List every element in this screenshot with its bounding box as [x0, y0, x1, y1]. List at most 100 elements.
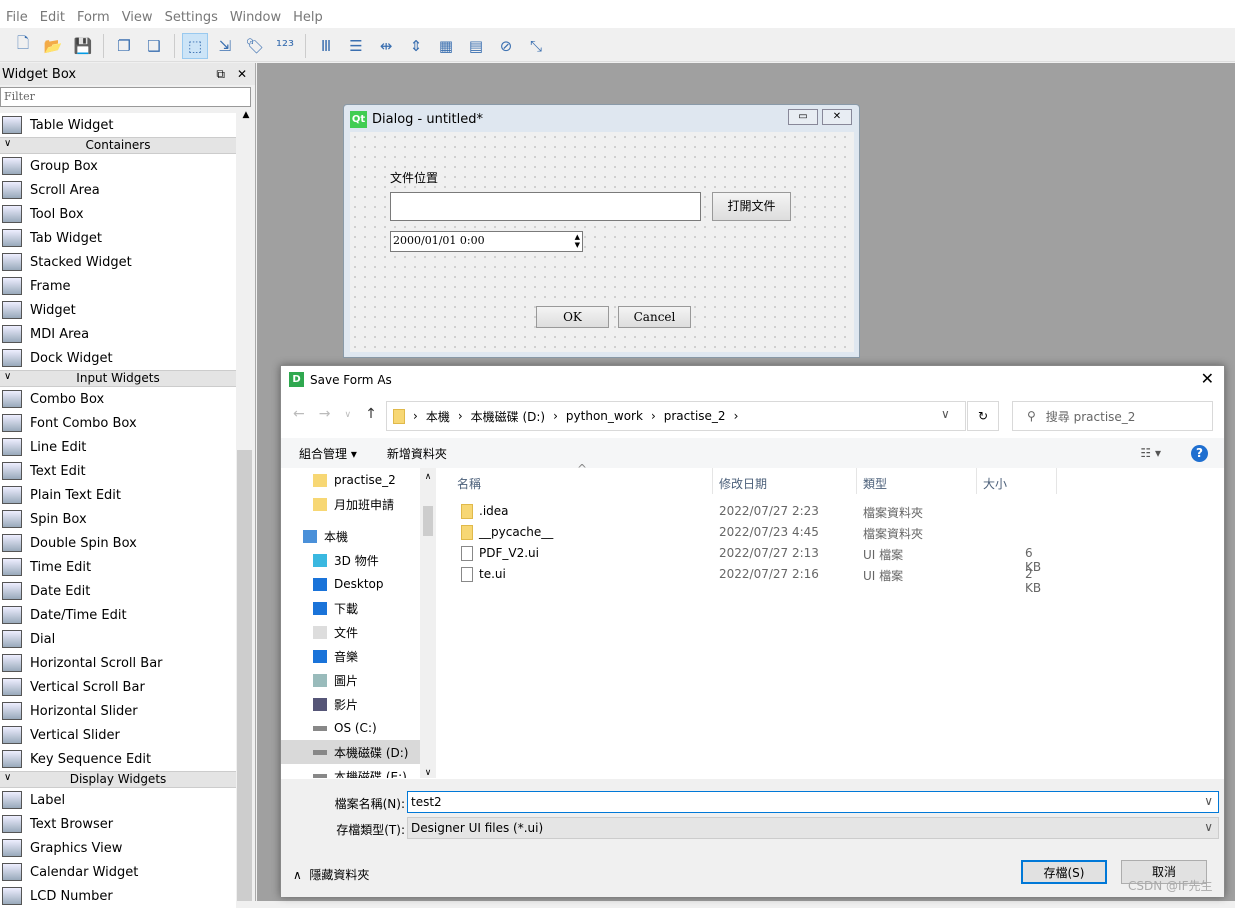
- filter-input[interactable]: Filter: [0, 87, 251, 107]
- spin-arrows-icon[interactable]: ▲ ▼: [575, 233, 580, 249]
- breadcrumb-item[interactable]: 本機: [426, 408, 450, 425]
- widget-item-lcd-number[interactable]: LCD Number: [0, 884, 236, 908]
- category-containers[interactable]: ∨ Containers: [0, 137, 236, 154]
- address-dropdown-icon[interactable]: ∨: [941, 407, 950, 421]
- adjust-size-icon[interactable]: ⤡: [523, 33, 549, 59]
- widget-item-key-sequence-edit[interactable]: Key Sequence Edit: [0, 747, 236, 771]
- column-header[interactable]: 名稱: [437, 468, 713, 494]
- float-icon[interactable]: ⧉: [216, 67, 225, 82]
- datetime-edit[interactable]: 2000/01/01 0:00 ▲ ▼: [390, 231, 583, 252]
- new-folder-button[interactable]: 新增資料夾: [387, 445, 447, 462]
- widget-item-dock-widget[interactable]: Dock Widget: [0, 346, 236, 370]
- widget-item-group-box[interactable]: Group Box: [0, 154, 236, 178]
- widget-item-frame[interactable]: Frame: [0, 274, 236, 298]
- send-to-back-icon[interactable]: ❐: [111, 33, 137, 59]
- nav-item[interactable]: 3D 物件: [281, 548, 421, 572]
- file-path-input[interactable]: [390, 192, 701, 221]
- minimize-button[interactable]: ▭: [788, 109, 818, 125]
- menu-settings[interactable]: Settings: [159, 8, 224, 28]
- hide-folders-toggle[interactable]: ∧ 隱藏資料夾: [293, 866, 369, 883]
- edit-buddies-icon[interactable]: 🏷: [242, 33, 268, 59]
- widget-item-scroll-area[interactable]: Scroll Area: [0, 178, 236, 202]
- edit-signals-slots-icon[interactable]: ⇲: [212, 33, 238, 59]
- widget-item-time-edit[interactable]: Time Edit: [0, 555, 236, 579]
- file-row[interactable]: .idea 2022/07/27 2:23 檔案資料夾: [437, 501, 1037, 522]
- forward-icon[interactable]: →: [319, 406, 331, 422]
- edit-tab-order-icon[interactable]: ¹²³: [272, 33, 298, 59]
- layout-h-splitter-icon[interactable]: ⇹: [373, 33, 399, 59]
- nav-item[interactable]: 文件: [281, 620, 421, 644]
- nav-item[interactable]: 音樂: [281, 644, 421, 668]
- nav-item[interactable]: 下載: [281, 596, 421, 620]
- layout-form-icon[interactable]: ▤: [463, 33, 489, 59]
- layout-horizontal-icon[interactable]: Ⅲ: [313, 33, 339, 59]
- widget-item-font-combo-box[interactable]: Font Combo Box: [0, 411, 236, 435]
- menu-form[interactable]: Form: [71, 8, 116, 28]
- breadcrumb-item[interactable]: python_work: [566, 409, 643, 423]
- menu-help[interactable]: Help: [287, 8, 329, 28]
- widget-item-double-spin-box[interactable]: Double Spin Box: [0, 531, 236, 555]
- close-button[interactable]: ✕: [822, 109, 852, 125]
- file-row[interactable]: __pycache__ 2022/07/23 4:45 檔案資料夾: [437, 522, 1037, 543]
- nav-item[interactable]: 影片: [281, 692, 421, 716]
- widget-item-plain-text-edit[interactable]: Plain Text Edit: [0, 483, 236, 507]
- widget-item-text-edit[interactable]: Text Edit: [0, 459, 236, 483]
- widget-item-line-edit[interactable]: Line Edit: [0, 435, 236, 459]
- breadcrumb-item[interactable]: 本機磁碟 (D:): [471, 408, 545, 425]
- file-row[interactable]: PDF_V2.ui 2022/07/27 2:13 UI 檔案 6 KB: [437, 543, 1041, 574]
- new-file-icon[interactable]: 🗋: [10, 33, 36, 59]
- column-header[interactable]: 修改日期: [713, 468, 857, 494]
- widget-item-stacked-widget[interactable]: Stacked Widget: [0, 250, 236, 274]
- widget-item-calendar-widget[interactable]: Calendar Widget: [0, 860, 236, 884]
- widget-item-vertical-slider[interactable]: Vertical Slider: [0, 723, 236, 747]
- widget-item-horizontal-slider[interactable]: Horizontal Slider: [0, 699, 236, 723]
- designer-form-window[interactable]: Qt Dialog - untitled* ▭ ✕ 文件位置 打開文件 2000/…: [343, 104, 860, 358]
- menu-file[interactable]: File: [0, 8, 34, 28]
- refresh-icon[interactable]: ↻: [967, 401, 999, 431]
- help-icon[interactable]: ?: [1191, 444, 1208, 462]
- organize-menu[interactable]: 組合管理 ▾: [299, 445, 357, 462]
- open-folder-icon[interactable]: 📂: [40, 33, 66, 59]
- nav-item[interactable]: OS (C:): [281, 716, 421, 740]
- recent-dropdown-icon[interactable]: ∨: [344, 410, 351, 422]
- menu-edit[interactable]: Edit: [34, 8, 71, 28]
- widget-item-tab-widget[interactable]: Tab Widget: [0, 226, 236, 250]
- widget-item-date-time-edit[interactable]: Date/Time Edit: [0, 603, 236, 627]
- nav-item[interactable]: 本機磁碟 (D:): [281, 740, 421, 764]
- widget-item-mdi-area[interactable]: MDI Area: [0, 322, 236, 346]
- filename-input[interactable]: test2 ∨: [407, 791, 1219, 813]
- nav-item[interactable]: 本機磁碟 (E:): [281, 764, 421, 778]
- back-icon[interactable]: ←: [293, 406, 305, 422]
- layout-vertical-icon[interactable]: ☰: [343, 33, 369, 59]
- nav-item[interactable]: 本機: [281, 524, 421, 548]
- nav-item[interactable]: 月加班申請: [281, 492, 421, 516]
- layout-v-splitter-icon[interactable]: ⇕: [403, 33, 429, 59]
- nav-item[interactable]: practise_2: [281, 468, 421, 492]
- break-layout-icon[interactable]: ⊘: [493, 33, 519, 59]
- cancel-button[interactable]: Cancel: [618, 306, 691, 328]
- scrollbar-thumb[interactable]: [237, 450, 252, 901]
- widget-item-table-widget[interactable]: Table Widget: [0, 113, 236, 137]
- nav-scrollbar[interactable]: ∧ ∨: [420, 468, 436, 778]
- open-file-button[interactable]: 打開文件: [712, 192, 791, 221]
- widget-item-tool-box[interactable]: Tool Box: [0, 202, 236, 226]
- column-header[interactable]: 類型: [857, 468, 977, 494]
- view-options-icon[interactable]: ☷ ▾: [1140, 446, 1161, 460]
- category-display-widgets[interactable]: ∨ Display Widgets: [0, 771, 236, 788]
- bring-to-front-icon[interactable]: ❑: [141, 33, 167, 59]
- file-row[interactable]: te.ui 2022/07/27 2:16 UI 檔案 2 KB: [437, 564, 1041, 595]
- widget-item-widget[interactable]: Widget: [0, 298, 236, 322]
- menu-view[interactable]: View: [116, 8, 159, 28]
- menu-window[interactable]: Window: [224, 8, 287, 28]
- widget-item-graphics-view[interactable]: Graphics View: [0, 836, 236, 860]
- widget-item-vertical-scroll-bar[interactable]: Vertical Scroll Bar: [0, 675, 236, 699]
- widget-item-text-browser[interactable]: Text Browser: [0, 812, 236, 836]
- widget-item-spin-box[interactable]: Spin Box: [0, 507, 236, 531]
- address-bar[interactable]: › 本機 › 本機磁碟 (D:) › python_work › practise_2 ›: [386, 401, 966, 431]
- nav-item[interactable]: 圖片: [281, 668, 421, 692]
- ok-button[interactable]: OK: [536, 306, 609, 328]
- widget-item-combo-box[interactable]: Combo Box: [0, 387, 236, 411]
- save-icon[interactable]: 💾: [70, 33, 96, 59]
- widget-item-date-edit[interactable]: Date Edit: [0, 579, 236, 603]
- close-icon[interactable]: ✕: [237, 67, 247, 82]
